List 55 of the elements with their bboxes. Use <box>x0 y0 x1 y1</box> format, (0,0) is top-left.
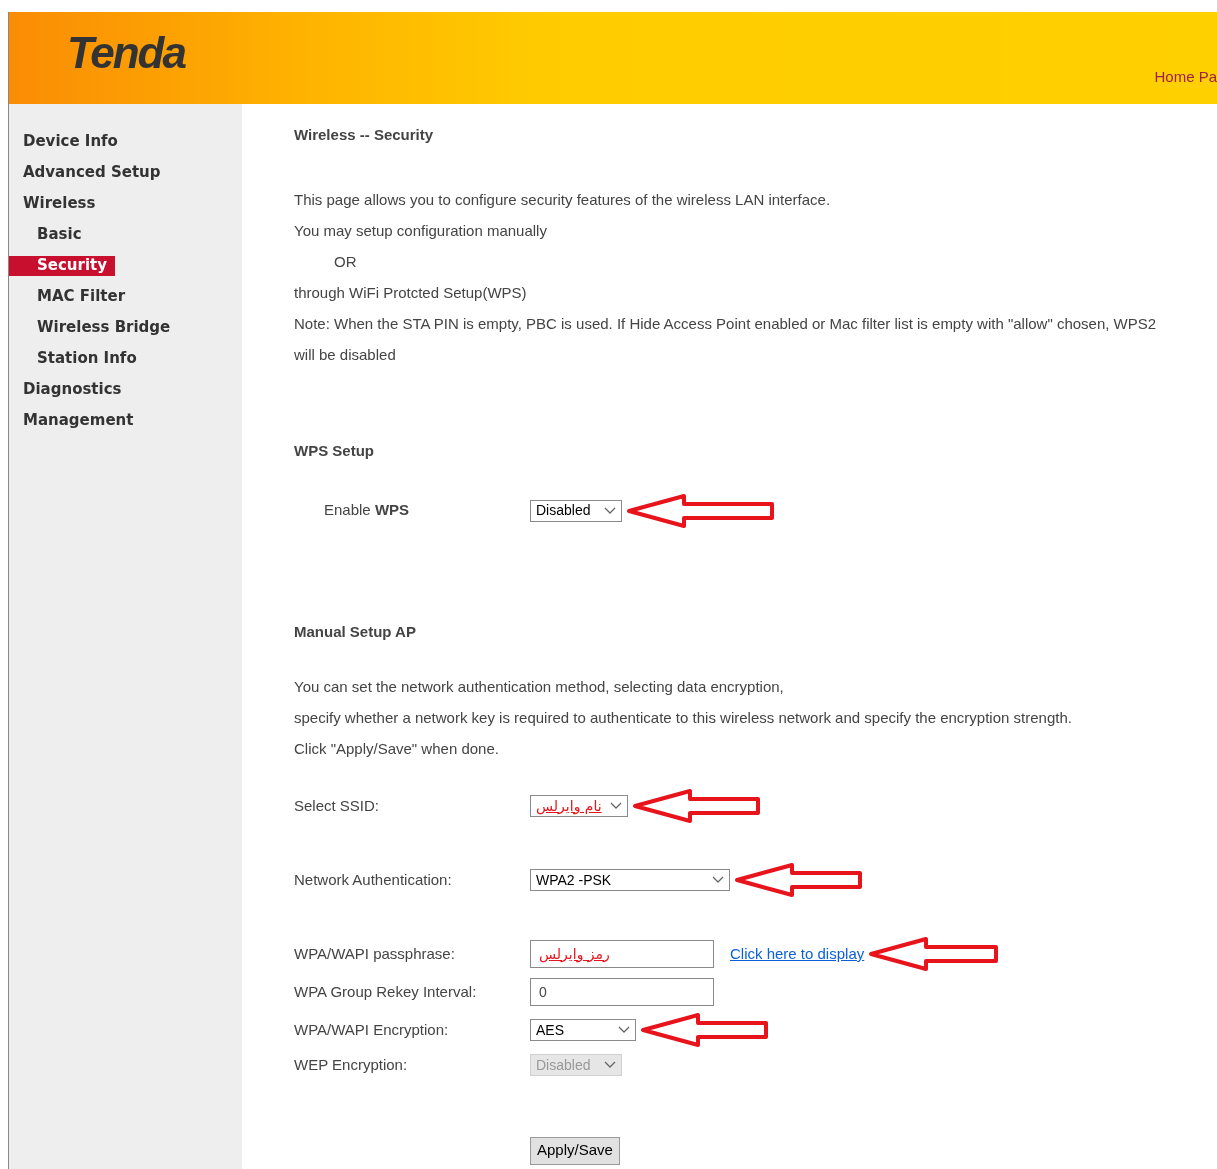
field-label: WPA/WAPI passphrase: <box>294 943 456 964</box>
intro-text: This page allows you to configure security features of the wireless LAN interface. <box>294 190 832 210</box>
sidebar-item[interactable]: Diagnostics <box>9 379 122 400</box>
sidebar-item[interactable]: Device Info <box>9 131 118 152</box>
home-page-link[interactable]: Home Pa <box>1154 65 1217 88</box>
field-value: Disabled <box>536 501 591 520</box>
field-label: WPA Group Rekey Interval: <box>294 981 478 1002</box>
page-title: Wireless -- Security <box>294 125 435 144</box>
annotation-arrow-icon <box>632 788 762 824</box>
display-link[interactable]: Click here to display <box>730 942 865 966</box>
annotation-arrow-icon <box>640 1012 770 1048</box>
intro-text: You may setup configuration manually <box>294 221 548 241</box>
chevron-down-icon <box>618 1026 630 1034</box>
intro-text: through WiFi Protcted Setup(WPS) <box>294 283 528 303</box>
chevron-down-icon <box>604 506 616 515</box>
field-value: AES <box>536 1020 564 1040</box>
field-label: WEP Encryption: <box>294 1055 409 1075</box>
field-label: Enable WPS <box>323 500 411 521</box>
field-label: Select SSID: <box>294 795 381 816</box>
description-text: Click "Apply/Save" when done. <box>294 739 500 759</box>
sidebar-item[interactable]: Wireless <box>9 193 96 214</box>
intro-text: Note: When the STA PIN is empty, PBC is used. If Hide Access Point enabled or Mac filter list is empty with "allow" chosen, WPS2 will be disabled <box>294 314 1158 365</box>
sidebar-item[interactable]: Management <box>9 410 134 431</box>
field-value: WPA2 -PSK <box>536 870 612 890</box>
sidebar-item[interactable]: Security <box>9 255 116 276</box>
logo: Tenda <box>67 27 185 79</box>
sidebar-item[interactable]: Wireless Bridge <box>9 317 179 338</box>
apply-save-button[interactable]: Apply/Save <box>530 1136 620 1165</box>
chevron-down-icon <box>712 876 724 884</box>
field-value: رمز وایرلس <box>539 944 610 965</box>
description-text: specify whether a network key is required to authenticate to this wireless network and specify the encryption strength. <box>294 708 1073 728</box>
field-value: Disabled <box>536 1055 591 1075</box>
annotation-arrow-icon <box>626 492 776 529</box>
sidebar-item[interactable]: Basic <box>9 224 90 245</box>
field-value: نام وایرلس <box>536 796 602 817</box>
intro-text: OR <box>333 252 358 272</box>
input-field[interactable]: 0 <box>530 978 714 1006</box>
sidebar-item[interactable]: Station Info <box>9 348 145 369</box>
chevron-down-icon <box>610 802 622 810</box>
field-label: WPA/WAPI Encryption: <box>294 1019 450 1040</box>
dropdown-select[interactable]: نام وایرلس <box>530 795 628 817</box>
field-label: Network Authentication: <box>294 869 453 890</box>
description-text: You can set the network authentication method, selecting data encryption, <box>294 677 785 697</box>
field-value: 0 <box>539 982 547 1002</box>
input-field[interactable]: رمز وایرلس <box>530 940 714 968</box>
sidebar-item[interactable]: MAC Filter <box>9 286 134 307</box>
chevron-down-icon <box>604 1061 616 1070</box>
section-heading: Manual Setup AP <box>294 621 417 642</box>
annotation-arrow-icon <box>868 936 1001 972</box>
sidebar-item[interactable]: Advanced Setup <box>9 162 161 183</box>
dropdown-select[interactable]: Disabled <box>530 499 622 522</box>
section-heading: WPS Setup <box>294 441 375 461</box>
annotation-arrow-icon <box>734 862 864 898</box>
dropdown-select[interactable]: AES <box>530 1019 636 1041</box>
dropdown-select[interactable]: WPA2 -PSK <box>530 869 730 891</box>
